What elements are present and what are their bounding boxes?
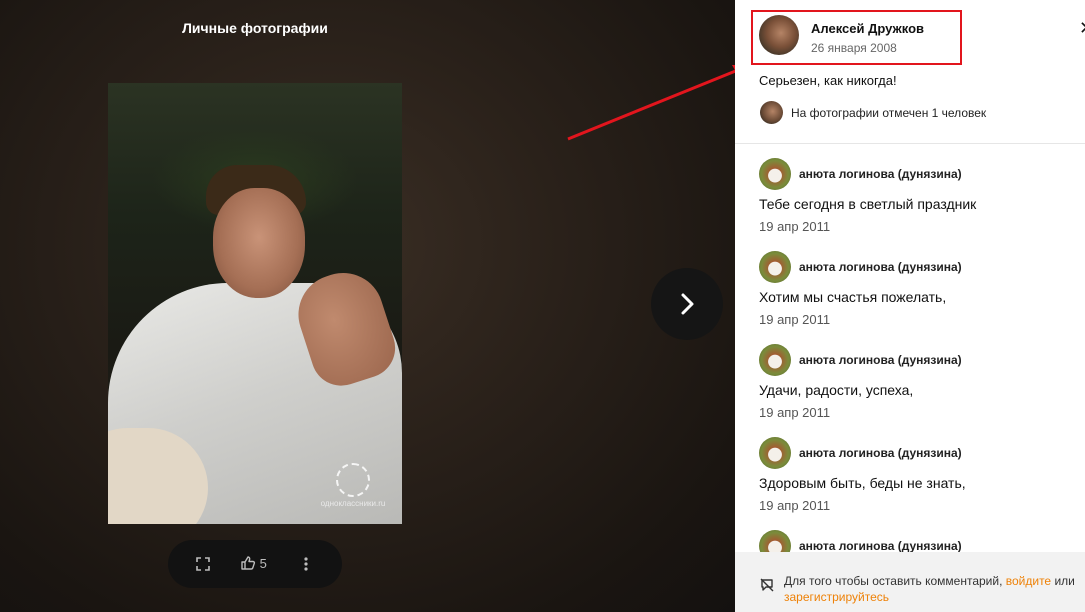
more-button[interactable] — [298, 552, 314, 576]
login-prompt-text: Для того чтобы оставить комментарий, вой… — [784, 573, 1079, 605]
fullscreen-button[interactable] — [196, 552, 212, 576]
login-prompt-before: Для того чтобы оставить комментарий, — [784, 574, 1006, 588]
photo[interactable]: одноклассники.ru — [108, 83, 402, 524]
comment-text: Тебе сегодня в светлый праздник — [759, 196, 977, 212]
comment-text: Удачи, радости, успеха, — [759, 382, 914, 398]
comment-avatar[interactable] — [759, 251, 791, 283]
comment-author[interactable]: анюта логинова (дунязина) — [799, 539, 962, 553]
comment-text: Хотим мы счастья пожелать, — [759, 289, 947, 305]
comment-date: 19 апр 2011 — [759, 219, 831, 234]
likes-count: 5 — [259, 556, 267, 571]
photo-date: 26 января 2008 — [811, 41, 897, 55]
tagged-person-avatar[interactable] — [760, 101, 783, 124]
tagged-people-text[interactable]: На фотографии отмечен 1 человек — [791, 106, 986, 120]
photo-toolbar: 5 — [168, 540, 342, 588]
comment-date: 19 апр 2011 — [759, 405, 831, 420]
watermark-logo — [336, 463, 370, 497]
comment-disabled-icon — [760, 578, 774, 592]
like-button[interactable]: 5 — [240, 552, 276, 576]
photo-subject-face — [213, 188, 305, 298]
album-title[interactable]: Личные фотографии — [0, 20, 510, 36]
more-vertical-icon — [304, 557, 308, 571]
author-avatar[interactable] — [759, 15, 799, 55]
comment-author[interactable]: анюта логинова (дунязина) — [799, 353, 962, 367]
comment-author[interactable]: анюта логинова (дунязина) — [799, 167, 962, 181]
watermark: одноклассники.ru — [313, 463, 393, 519]
author-name[interactable]: Алексей Дружков — [811, 21, 924, 36]
comment-item: анюта логинова (дунязина) Здоровым быть,… — [759, 437, 1069, 530]
comment-date: 19 апр 2011 — [759, 498, 831, 513]
fullscreen-icon — [196, 557, 210, 571]
thumbs-up-icon — [241, 556, 256, 570]
comment-text: Здоровым быть, беды не знать, — [759, 475, 966, 491]
photo-caption: Серьезен, как никогда! — [759, 73, 897, 88]
comment-avatar[interactable] — [759, 344, 791, 376]
comment-avatar[interactable] — [759, 158, 791, 190]
watermark-text: одноклассники.ru — [320, 499, 386, 508]
comment-author[interactable]: анюта логинова (дунязина) — [799, 446, 962, 460]
chevron-right-icon — [681, 293, 694, 315]
login-link[interactable]: войдите — [1006, 574, 1051, 588]
info-panel: Алексей Дружков 26 января 2008 ✕ Серьезе… — [735, 0, 1085, 612]
login-prompt-middle: или — [1051, 574, 1075, 588]
photo-viewer: Личные фотографии одноклассники.ru 5 — [0, 0, 735, 612]
comment-date: 19 апр 2011 — [759, 312, 831, 327]
divider — [735, 143, 1085, 144]
comment-item: анюта логинова (дунязина) Тебе сегодня в… — [759, 158, 1069, 251]
comment-author[interactable]: анюта логинова (дунязина) — [799, 260, 962, 274]
close-button[interactable]: ✕ — [1079, 18, 1085, 39]
comment-item: анюта логинова (дунязина) Хотим мы счаст… — [759, 251, 1069, 344]
comment-avatar[interactable] — [759, 437, 791, 469]
comment-login-prompt: Для того чтобы оставить комментарий, вой… — [735, 552, 1085, 612]
comment-item: анюта логинова (дунязина) Удачи, радости… — [759, 344, 1069, 437]
next-photo-button[interactable] — [651, 268, 723, 340]
register-link[interactable]: зарегистрируйтесь — [784, 590, 889, 604]
